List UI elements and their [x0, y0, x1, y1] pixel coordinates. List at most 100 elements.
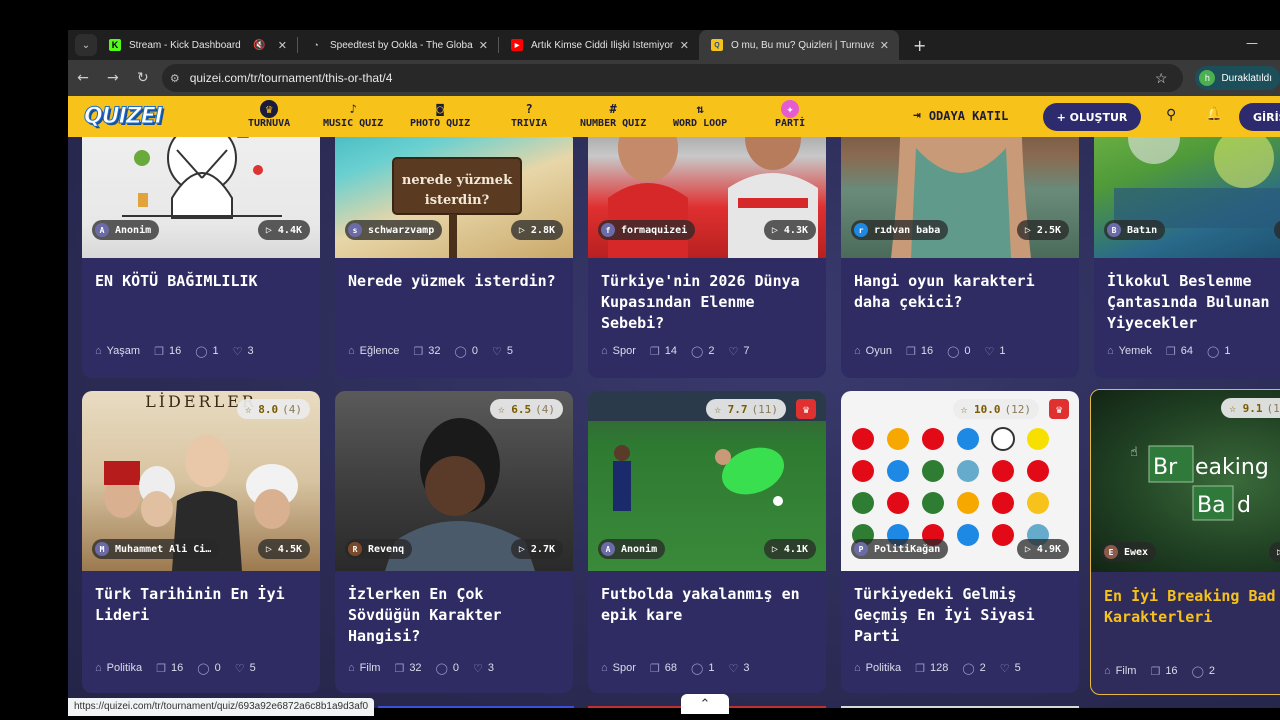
card-title[interactable]: Hangi oyun karakteri daha çekici?	[854, 271, 1069, 313]
author-badge[interactable]: B Batın	[1104, 220, 1166, 240]
quiz-card[interactable]: LİDERLER ☆ 8.0 (4) M Muhammet Ali Ci… ▷ 4…	[82, 391, 320, 693]
nav-photo-quiz[interactable]: ◙ PHOTO QUIZ	[410, 100, 470, 129]
author-badge[interactable]: A Anonim	[598, 539, 666, 559]
tab-quizei[interactable]: Q O mu, Bu mu? Quizleri | Turnuva ✕	[699, 30, 899, 60]
nav-word-loop[interactable]: ⇅ WORD LOOP	[673, 100, 727, 129]
tab-search-button[interactable]: ⌄	[75, 34, 97, 56]
nav-music-quiz[interactable]: ♪ MUSIC QUIZ	[323, 100, 383, 129]
like-count: ♡ 5	[1000, 662, 1021, 675]
minimize-icon[interactable]: —	[1246, 36, 1258, 50]
card-title[interactable]: Nerede yüzmek isterdin?	[348, 271, 563, 292]
quiz-card[interactable]: B Batın ▷ İlkokul Beslenme Çantasında Bu…	[1094, 96, 1280, 378]
author-badge[interactable]: R Revenq	[345, 539, 413, 559]
author-badge[interactable]: M Muhammet Ali Ci…	[92, 539, 220, 559]
close-icon[interactable]: ✕	[479, 39, 488, 52]
avatar: r	[854, 223, 868, 237]
next-row-card-top	[378, 706, 574, 708]
mute-icon[interactable]: 🔇	[253, 40, 265, 51]
copy-icon: ❐	[905, 345, 916, 358]
author-badge[interactable]: f formaquizei	[598, 220, 696, 240]
nav-turnuva[interactable]: ♛ TURNUVA	[248, 100, 290, 129]
tab-youtube[interactable]: ▶ Artık Kimse Ciddi İlişki İstemiyor ✕	[499, 30, 699, 60]
comment-icon: ◯	[435, 662, 448, 675]
card-title[interactable]: İlkokul Beslenme Çantasında Bulunan Yiye…	[1107, 271, 1280, 334]
like-count: ♡ 5	[235, 662, 256, 675]
quiz-card-hovered[interactable]: Br eaking Ba d ☆ 9.1(12) E Ewex ▷ En İyi…	[1090, 389, 1280, 695]
category: ⌂ Film	[1104, 665, 1136, 677]
question-count: ❐ 68	[650, 662, 677, 675]
quiz-card[interactable]: f formaquizei ▷ 4.3K Türkiye'nin 2026 Dü…	[588, 96, 826, 378]
card-title[interactable]: En İyi Breaking Bad Karakterleri	[1104, 586, 1280, 628]
comment-icon: ◯	[691, 662, 704, 675]
rating-badge: ☆ 6.5 (4)	[490, 399, 563, 419]
profile-button[interactable]: h Duraklatıldı	[1195, 66, 1280, 90]
nav-number-quiz[interactable]: # NUMBER QUIZ	[580, 100, 646, 129]
bell-icon[interactable]: 🔔	[1206, 107, 1222, 122]
bookmark-star-icon[interactable]: ☆	[1155, 70, 1168, 87]
card-title[interactable]: Türkiye'nin 2026 Dünya Kupasından Elenme…	[601, 271, 816, 334]
heart-icon: ♡	[473, 662, 483, 675]
question-count-value: 16	[1165, 665, 1178, 677]
comment-count: ◯ 0	[197, 662, 220, 675]
author-badge[interactable]: s schwarzvamp	[345, 220, 443, 240]
author-badge[interactable]: A Anonim	[92, 220, 160, 240]
category-label: Spor	[612, 662, 636, 674]
question-count-value: 32	[428, 345, 441, 357]
back-icon[interactable]: ←	[68, 70, 98, 86]
search-icon[interactable]: ⚲	[1166, 107, 1176, 123]
logo-eaking: eaking	[1195, 455, 1269, 480]
scroll-to-top-button[interactable]: ⌃	[681, 694, 729, 714]
card-title[interactable]: İzlerken En Çok Sövdüğün Karakter Hangis…	[348, 584, 563, 647]
tab-title: O mu, Bu mu? Quizleri | Turnuva	[731, 39, 874, 51]
tab-speedtest[interactable]: ◔ Speedtest by Ookla - The Global Broadb…	[298, 30, 498, 60]
forward-icon[interactable]: →	[98, 70, 128, 86]
card-title[interactable]: EN KÖTÜ BAĞIMLILIK	[95, 271, 310, 292]
question-count-value: 128	[930, 662, 949, 674]
new-tab-icon[interactable]: +	[913, 36, 926, 55]
quiz-card[interactable]: nerede yüzmek isterdin? s schwarzvamp ▷ …	[335, 96, 573, 378]
heart-icon: ♡	[491, 345, 502, 358]
reload-icon[interactable]: ↻	[128, 70, 158, 86]
comment-count: ◯ 0	[947, 345, 970, 358]
comment-count-value: 0	[471, 345, 478, 357]
address-bar[interactable]: ⚙ quizei.com/tr/tournament/this-or-that/…	[161, 64, 1184, 92]
question-count-value: 16	[920, 345, 934, 357]
quiz-card[interactable]: r rıdvan baba ▷ 2.5K Hangi oyun karakter…	[841, 96, 1079, 378]
author-badge[interactable]: E Ewex	[1101, 542, 1157, 562]
login-arrow-icon: ⇥	[913, 108, 921, 123]
close-icon[interactable]: ✕	[680, 39, 689, 52]
nav-parti[interactable]: ✦ PARTİ	[775, 100, 805, 129]
tab-kick[interactable]: K Stream - Kick Dashboard 🔇 ✕	[97, 30, 297, 60]
copy-icon: ❐	[156, 662, 166, 675]
comment-count-value: 0	[214, 662, 221, 674]
like-count: ♡ 1	[985, 345, 1006, 358]
login-button[interactable]: GİRİŞ	[1239, 103, 1280, 131]
card-meta: ⌂ Politika ❐ 128 ◯ 2 ♡ 5	[854, 660, 1073, 676]
heart-icon: ♡	[728, 345, 739, 358]
author-badge[interactable]: r rıdvan baba	[851, 220, 949, 240]
quizei-logo[interactable]: QUIZEI	[84, 104, 164, 130]
category-label: Eğlence	[359, 345, 400, 357]
url-text[interactable]: quizei.com/tr/tournament/this-or-that/4	[190, 71, 1155, 85]
quiz-card[interactable]: ☆ 7.7 (11) ♛ A Anonim ▷ 4.1K Futbolda yak…	[588, 391, 826, 693]
author-badge[interactable]: P PolitiKağan	[851, 539, 949, 559]
site-info-icon[interactable]: ⚙	[170, 72, 180, 85]
question-count: ❐ 14	[650, 345, 677, 358]
card-title[interactable]: Futbolda yakalanmış en epik kare	[601, 584, 816, 626]
card-title[interactable]: Türk Tarihinin En İyi Lideri	[95, 584, 310, 626]
like-count: ♡ 3	[728, 662, 749, 675]
join-room-button[interactable]: ⇥ ODAYA KATIL	[913, 108, 1008, 123]
close-icon[interactable]: ✕	[278, 39, 287, 52]
comment-count: ◯ 1	[1207, 345, 1230, 358]
comment-icon: ◯	[962, 662, 975, 675]
nav-trivia[interactable]: ? TRIVIA	[511, 100, 547, 129]
card-title[interactable]: Türkiyedeki Gelmiş Geçmiş En İyi Siyasi …	[854, 584, 1069, 647]
author-name: Anonim	[115, 224, 152, 236]
quiz-card[interactable]: A Anonim ▷ 4.4K EN KÖTÜ BAĞIMLILIK ⌂ Yaşa…	[82, 96, 320, 378]
create-button[interactable]: + OLUŞTUR	[1043, 103, 1141, 131]
close-icon[interactable]: ✕	[880, 39, 889, 52]
copy-icon: ❐	[649, 662, 660, 675]
quiz-card[interactable]: ☆ 10.0 (12) ♛ P PolitiKağan ▷ 4.9K Türkiy…	[841, 391, 1079, 693]
quiz-card[interactable]: ☆ 6.5 (4) R Revenq ▷ 2.7K İzlerken En Çok…	[335, 391, 573, 693]
crown-icon: ♛	[796, 399, 816, 419]
